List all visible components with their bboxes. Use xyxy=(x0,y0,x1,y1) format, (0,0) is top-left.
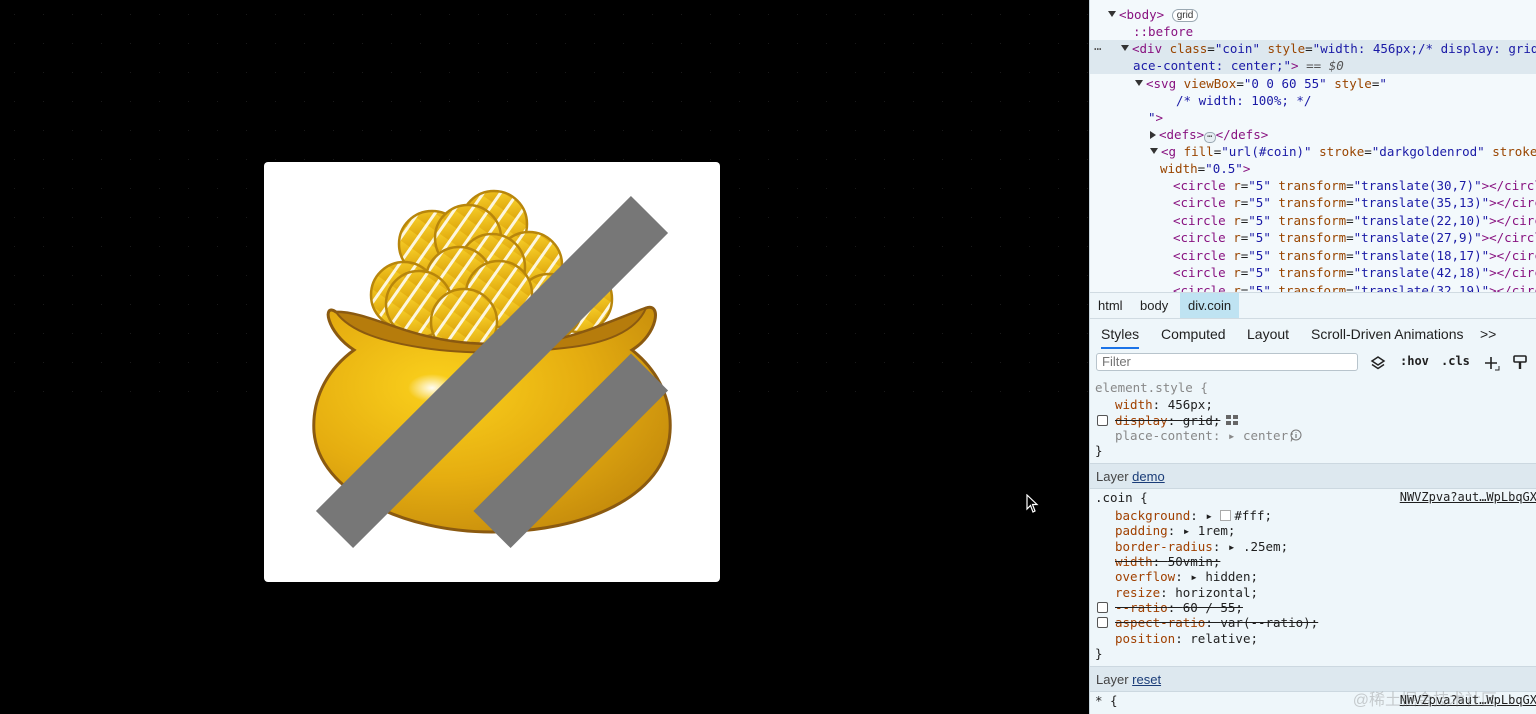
styles-pane: element.style { width: 456px; display: g… xyxy=(1090,377,1536,714)
filter-input[interactable] xyxy=(1096,353,1358,371)
dom-line-circle[interactable]: <circle r="5" transform="translate(42,18… xyxy=(1173,264,1536,281)
layer-demo-link[interactable]: demo xyxy=(1132,469,1165,484)
dom-line-g-cont: width="0.5"> xyxy=(1160,161,1251,176)
reset-rule-selector: * { xyxy=(1095,693,1118,708)
crumb-html[interactable]: html xyxy=(1090,293,1131,319)
decl-background[interactable]: background: ▸ #fff; xyxy=(1115,508,1272,523)
coin-rule-selector: .coin { xyxy=(1095,490,1148,505)
display-checkbox[interactable] xyxy=(1097,415,1108,426)
layers-icon[interactable] xyxy=(1370,355,1386,371)
watermark: @稀土掘金技术社区 xyxy=(1352,692,1497,709)
decl-border-radius[interactable]: border-radius: ▸ .25em; xyxy=(1115,539,1288,554)
grid-badge[interactable]: grid xyxy=(1171,9,1199,22)
decl-resize[interactable]: resize: horizontal; xyxy=(1115,585,1258,600)
decl-overflow[interactable]: overflow: ▸ hidden; xyxy=(1115,569,1258,584)
dom-line-circle[interactable]: <circle r="5" transform="translate(27,9)… xyxy=(1173,229,1536,246)
dom-line-body[interactable]: <body> grid xyxy=(1108,6,1199,23)
coin-rule-close: } xyxy=(1095,646,1103,661)
dom-line-svg[interactable]: <svg viewBox="0 0 60 55" style=" xyxy=(1135,75,1387,92)
breadcrumb: html body div.coin xyxy=(1090,292,1536,319)
crumb-body[interactable]: body xyxy=(1132,293,1176,319)
paint-brush-icon[interactable] xyxy=(1512,354,1528,372)
devtools-panel: <body> grid ::before ⋯ <div class="coin"… xyxy=(1089,0,1536,714)
layer-label: Layer xyxy=(1096,469,1129,484)
dom-line-div-coin-cont: ace-content: center;"> == $0 xyxy=(1090,57,1536,74)
styles-tabbar: Styles Computed Layout Scroll-Driven Ani… xyxy=(1090,318,1536,350)
preview-stage xyxy=(0,0,1089,714)
cls-button[interactable]: .cls xyxy=(1441,354,1470,368)
decl-width-overridden[interactable]: width: 50vmin; xyxy=(1115,554,1220,569)
element-style-close: } xyxy=(1095,443,1103,458)
decl-padding[interactable]: padding: ▸ 1rem; xyxy=(1115,523,1235,538)
coin-rule-source-link[interactable]: NWVZpva?aut…WpLbqGX xyxy=(1400,490,1536,504)
grid-editor-icon[interactable] xyxy=(1225,414,1239,426)
tab-styles[interactable]: Styles xyxy=(1101,319,1140,349)
more-tabs-icon[interactable]: >> xyxy=(1480,319,1496,349)
dom-line-svg-close: "> xyxy=(1148,110,1164,125)
info-icon[interactable] xyxy=(1290,429,1302,441)
decl-display[interactable]: display: grid; xyxy=(1115,413,1220,428)
dom-line-circle[interactable]: <circle r="5" transform="translate(30,7)… xyxy=(1173,177,1536,194)
dom-line-defs[interactable]: <defs> ⋯ </defs> xyxy=(1150,126,1268,143)
aspect-ratio-checkbox[interactable] xyxy=(1097,617,1108,628)
crumb-div-coin[interactable]: div.coin xyxy=(1180,293,1240,319)
color-swatch[interactable] xyxy=(1220,510,1232,521)
dom-line-svg-comment: /* width: 100%; */ xyxy=(1176,93,1312,108)
decl-width[interactable]: width: 456px; xyxy=(1115,397,1213,412)
dom-line-circle[interactable]: <circle r="5" transform="translate(22,10… xyxy=(1173,212,1536,229)
coin-card[interactable] xyxy=(264,162,720,582)
resize-grip-icon[interactable] xyxy=(264,162,720,582)
tab-layout[interactable]: Layout xyxy=(1247,319,1289,349)
dom-line-g[interactable]: <g fill="url(#coin)" stroke="darkgoldenr… xyxy=(1150,143,1536,160)
dom-line-circle[interactable]: <circle r="5" transform="translate(35,13… xyxy=(1173,194,1536,211)
layer-demo-header: Layer demo xyxy=(1090,463,1536,489)
elements-tree: <body> grid ::before ⋯ <div class="coin"… xyxy=(1090,0,1536,292)
dom-line-circle[interactable]: <circle r="5" transform="translate(32,19… xyxy=(1173,282,1536,292)
decl-position[interactable]: position: relative; xyxy=(1115,631,1258,646)
layer-label: Layer xyxy=(1096,672,1129,687)
hov-button[interactable]: :hov xyxy=(1400,354,1429,368)
tab-computed[interactable]: Computed xyxy=(1161,319,1226,349)
layer-reset-link[interactable]: reset xyxy=(1132,672,1161,687)
styles-toolbar: :hov .cls xyxy=(1090,349,1536,378)
tab-scroll-driven-animations[interactable]: Scroll-Driven Animations xyxy=(1311,319,1464,349)
ratio-checkbox[interactable] xyxy=(1097,602,1108,613)
new-style-rule-icon[interactable] xyxy=(1483,355,1501,373)
dom-line-circle[interactable]: <circle r="5" transform="translate(18,17… xyxy=(1173,247,1536,264)
decl-place-content[interactable]: place-content: ▸ center; xyxy=(1115,428,1296,443)
mouse-cursor-icon xyxy=(1026,494,1039,513)
dom-line-div-coin[interactable]: ⋯ <div class="coin" style="width: 456px;… xyxy=(1090,40,1536,57)
decl-aspect-ratio[interactable]: aspect-ratio: var(--ratio); xyxy=(1115,615,1318,630)
decl-ratio[interactable]: --ratio: 60 / 55; xyxy=(1115,600,1243,615)
dom-line-before[interactable]: ::before xyxy=(1133,23,1193,40)
element-style-selector: element.style { xyxy=(1095,380,1208,395)
